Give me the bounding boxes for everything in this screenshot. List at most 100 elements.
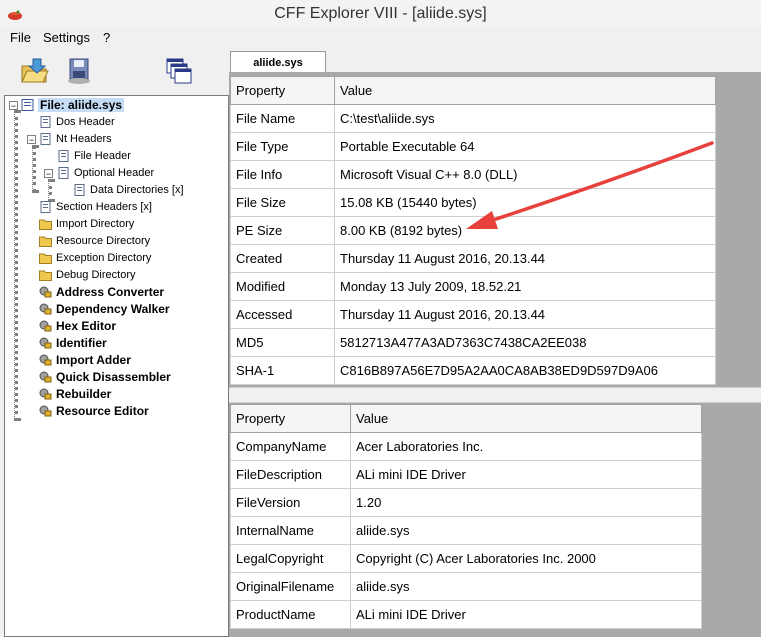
collapse-icon[interactable]: − — [27, 135, 36, 145]
value-cell[interactable]: aliide.sys — [350, 572, 702, 601]
property-cell[interactable]: File Name — [230, 104, 335, 133]
table-row[interactable]: File Name C:\test\aliide.sys — [230, 104, 716, 133]
value-cell[interactable]: ALi mini IDE Driver — [350, 460, 702, 489]
value-cell[interactable]: 8.00 KB (8192 bytes) — [334, 216, 716, 245]
value-cell[interactable]: C:\test\aliide.sys — [334, 104, 716, 133]
value-cell[interactable]: aliide.sys — [350, 516, 702, 545]
property-cell[interactable]: FileVersion — [230, 488, 351, 517]
table-row[interactable]: File Size 15.08 KB (15440 bytes) — [230, 188, 716, 217]
app-icon[interactable] — [7, 6, 23, 22]
menu-help[interactable]: ? — [101, 30, 112, 45]
tree-item-nt-headers[interactable]: − Nt Headers — [27, 131, 112, 147]
value-cell[interactable]: Microsoft Visual C++ 8.0 (DLL) — [334, 160, 716, 189]
table-row[interactable]: Accessed Thursday 11 August 2016, 20.13.4… — [230, 300, 716, 329]
tool-icon — [39, 405, 52, 417]
table-row[interactable]: Created Thursday 11 August 2016, 20.13.44 — [230, 244, 716, 273]
table-row[interactable]: FileVersion 1.20 — [230, 488, 702, 517]
column-header-value[interactable]: Value — [350, 404, 702, 433]
property-cell[interactable]: SHA-1 — [230, 356, 335, 385]
table-row[interactable]: File Type Portable Executable 64 — [230, 132, 716, 161]
table-row[interactable]: CompanyName Acer Laboratories Inc. — [230, 432, 702, 461]
tree-tool-rebuilder[interactable]: Rebuilder — [39, 386, 111, 402]
tree-item-file-header[interactable]: File Header — [57, 148, 131, 164]
windows-button[interactable] — [162, 54, 196, 88]
tree-item-resource-directory[interactable]: Resource Directory — [39, 233, 150, 249]
table-row[interactable]: FileDescription ALi mini IDE Driver — [230, 460, 702, 489]
tree-tool-dependency-walker[interactable]: Dependency Walker — [39, 301, 170, 317]
property-cell[interactable]: FileDescription — [230, 460, 351, 489]
tree-tool-hex-editor[interactable]: Hex Editor — [39, 318, 116, 334]
table-row[interactable]: MD5 5812713A477A3AD7363C7438CA2EE038 — [230, 328, 716, 357]
value-cell[interactable]: ALi mini IDE Driver — [350, 600, 702, 629]
tab-aliide-sys[interactable]: aliide.sys — [230, 51, 326, 73]
property-cell[interactable]: InternalName — [230, 516, 351, 545]
value-cell[interactable]: 5812713A477A3AD7363C7438CA2EE038 — [334, 328, 716, 357]
property-cell[interactable]: File Info — [230, 160, 335, 189]
tree-tool-quick-disassembler[interactable]: Quick Disassembler — [39, 369, 171, 385]
tree-tool-address-converter[interactable]: Address Converter — [39, 284, 164, 300]
value-cell[interactable]: 15.08 KB (15440 bytes) — [334, 188, 716, 217]
value-cell[interactable]: 1.20 — [350, 488, 702, 517]
table-row[interactable]: Modified Monday 13 July 2009, 18.52.21 — [230, 272, 716, 301]
table-row[interactable]: File Info Microsoft Visual C++ 8.0 (DLL) — [230, 160, 716, 189]
value-cell[interactable]: Monday 13 July 2009, 18.52.21 — [334, 272, 716, 301]
property-cell[interactable]: Accessed — [230, 300, 335, 329]
property-cell[interactable]: File Type — [230, 132, 335, 161]
table-row[interactable]: OriginalFilename aliide.sys — [230, 572, 702, 601]
value-cell[interactable]: Thursday 11 August 2016, 20.13.44 — [334, 300, 716, 329]
title-bar: CFF Explorer VIII - [aliide.sys] — [0, 0, 761, 28]
panel-splitter[interactable] — [229, 387, 761, 403]
value-cell[interactable]: Copyright (C) Acer Laboratories Inc. 200… — [350, 544, 702, 573]
value-cell[interactable]: Thursday 11 August 2016, 20.13.44 — [334, 244, 716, 273]
property-cell[interactable]: PE Size — [230, 216, 335, 245]
table-row[interactable]: InternalName aliide.sys — [230, 516, 702, 545]
save-button[interactable] — [62, 54, 96, 88]
property-cell[interactable]: LegalCopyright — [230, 544, 351, 573]
tree-tool-resource-editor[interactable]: Resource Editor — [39, 403, 149, 419]
property-cell[interactable]: ProductName — [230, 600, 351, 629]
tree-item-section-headers[interactable]: Section Headers [x] — [39, 199, 152, 215]
header-icon — [74, 184, 85, 196]
tree-item-label: Debug Directory — [56, 269, 136, 281]
tree-tool-identifier[interactable]: Identifier — [39, 335, 107, 351]
tree-tool-import-adder[interactable]: Import Adder — [39, 352, 131, 368]
property-cell[interactable]: Modified — [230, 272, 335, 301]
open-file-button[interactable] — [17, 54, 51, 88]
property-cell[interactable]: Created — [230, 244, 335, 273]
collapse-icon[interactable]: − — [44, 169, 53, 179]
table-row[interactable]: SHA-1 C816B897A56E7D95A2AA0CA8AB38ED9D597… — [230, 356, 716, 385]
tree-item-optional-header[interactable]: − Optional Header — [44, 165, 154, 181]
tree-item-dos-header[interactable]: Dos Header — [39, 114, 115, 130]
version-properties-grid[interactable]: Property Value CompanyName Acer Laborator… — [230, 404, 702, 629]
tree-item-label: Dependency Walker — [56, 302, 170, 316]
tree-panel[interactable]: − File: aliide.sys Dos Header − Nt Heade… — [4, 95, 229, 637]
value-cell[interactable]: Portable Executable 64 — [334, 132, 716, 161]
collapse-icon[interactable]: − — [9, 100, 18, 110]
tree-item-data-directories[interactable]: Data Directories [x] — [73, 182, 184, 198]
file-properties-grid[interactable]: Property Value File Name C:\test\aliide.s… — [230, 76, 716, 385]
tree-item-label: Section Headers [x] — [56, 201, 152, 213]
menu-settings[interactable]: Settings — [41, 30, 92, 45]
column-header-property[interactable]: Property — [230, 76, 335, 105]
folder-icon — [39, 236, 52, 247]
property-cell[interactable]: MD5 — [230, 328, 335, 357]
value-cell[interactable]: Acer Laboratories Inc. — [350, 432, 702, 461]
table-row[interactable]: PE Size 8.00 KB (8192 bytes) — [230, 216, 716, 245]
property-cell[interactable]: CompanyName — [230, 432, 351, 461]
property-cell[interactable]: File Size — [230, 188, 335, 217]
grid-header-row: Property Value — [230, 404, 702, 433]
folder-icon — [39, 253, 52, 264]
property-cell[interactable]: OriginalFilename — [230, 572, 351, 601]
tree-root-file[interactable]: − File: aliide.sys — [9, 97, 125, 113]
tree-item-import-directory[interactable]: Import Directory — [39, 216, 134, 232]
menu-file[interactable]: File — [8, 30, 33, 45]
column-header-value[interactable]: Value — [334, 76, 716, 105]
table-row[interactable]: LegalCopyright Copyright (C) Acer Laborat… — [230, 544, 702, 573]
tree-item-debug-directory[interactable]: Debug Directory — [39, 267, 135, 283]
column-header-property[interactable]: Property — [230, 404, 351, 433]
header-icon — [58, 167, 69, 179]
tree-item-exception-directory[interactable]: Exception Directory — [39, 250, 151, 266]
grid-header-row: Property Value — [230, 76, 716, 105]
value-cell[interactable]: C816B897A56E7D95A2AA0CA8AB38ED9D597D9A06 — [334, 356, 716, 385]
table-row[interactable]: ProductName ALi mini IDE Driver — [230, 600, 702, 629]
